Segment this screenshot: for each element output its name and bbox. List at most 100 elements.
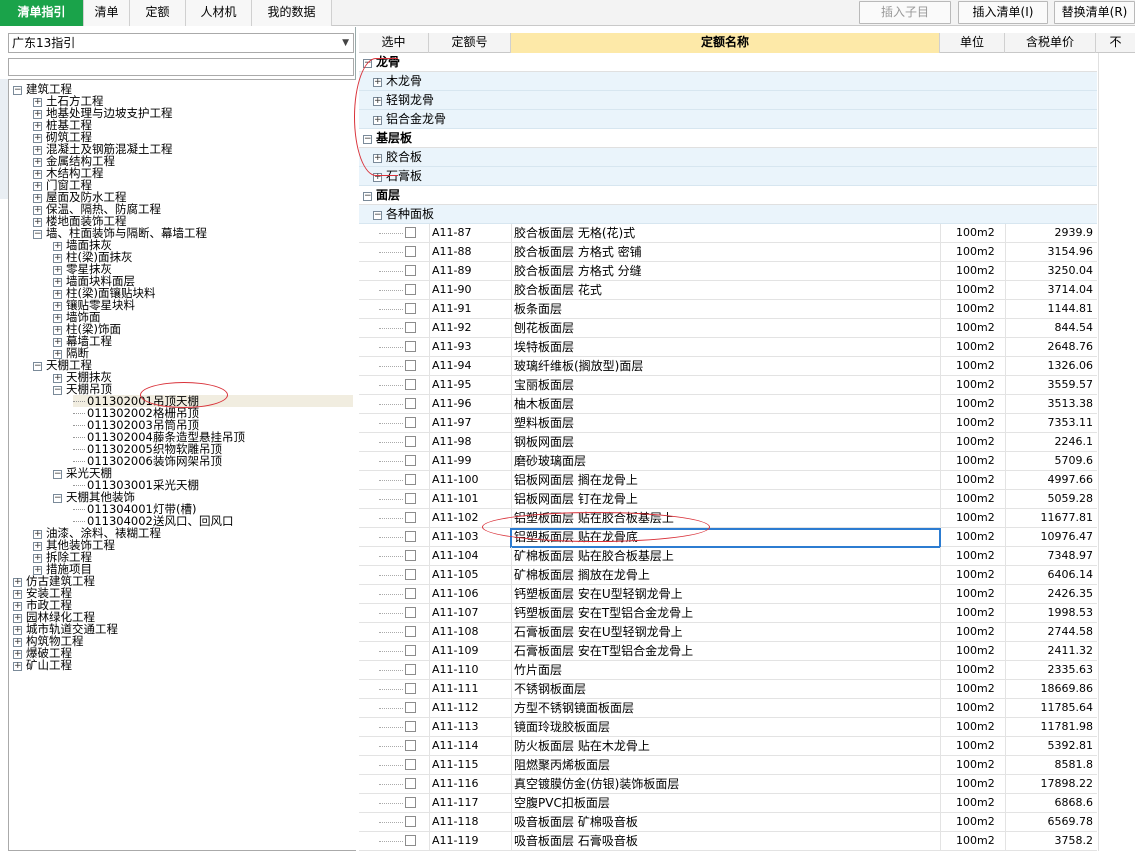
row-checkbox[interactable] [405,683,416,694]
row-checkbox[interactable] [405,664,416,675]
table-row[interactable]: A11-95 宝丽板面层 100m2 3559.57 [359,376,1097,395]
tree-search-input[interactable] [8,58,354,76]
table-row[interactable]: A11-112 方型不锈钢镜面板面层 100m2 11785.64 [359,699,1097,718]
expand-icon[interactable]: + [13,662,22,671]
row-checkbox[interactable] [405,303,416,314]
col-header-name[interactable]: 定额名称 [511,33,940,53]
guide-dropdown[interactable]: 广东13指引 ▼ [8,33,354,53]
subgroup-row[interactable]: − 各种面板 [359,205,1097,224]
collapse-icon[interactable]: − [363,59,372,68]
row-checkbox[interactable] [405,379,416,390]
row-checkbox[interactable] [405,227,416,238]
expand-icon[interactable]: + [33,158,42,167]
table-row[interactable]: A11-118 吸音板面层 矿棉吸音板 100m2 6569.78 [359,813,1097,832]
table-row[interactable]: A11-106 钙塑板面层 安在U型轻钢龙骨上 100m2 2426.35 [359,585,1097,604]
expand-icon[interactable]: + [373,78,382,87]
expand-icon[interactable]: + [33,182,42,191]
subgroup-row[interactable]: + 石膏板 [359,167,1097,186]
table-row[interactable]: A11-99 磨砂玻璃面层 100m2 5709.6 [359,452,1097,471]
expand-icon[interactable]: + [373,97,382,106]
tab-list-guide[interactable]: 清单指引 [0,0,84,26]
expand-icon[interactable]: + [33,218,42,227]
col-header-price[interactable]: 含税单价 [1005,33,1096,53]
table-row[interactable]: A11-110 竹片面层 100m2 2335.63 [359,661,1097,680]
table-row[interactable]: A11-114 防火板面层 贴在木龙骨上 100m2 5392.81 [359,737,1097,756]
expand-icon[interactable]: + [13,638,22,647]
expand-icon[interactable]: + [33,530,42,539]
table-row[interactable]: A11-87 胶合板面层 无格(花)式 100m2 2939.9 [359,224,1097,243]
expand-icon[interactable]: + [53,278,62,287]
expand-icon[interactable]: + [53,326,62,335]
expand-icon[interactable]: + [53,254,62,263]
expand-icon[interactable]: + [33,110,42,119]
table-row[interactable]: A11-88 胶合板面层 方格式 密铺 100m2 3154.96 [359,243,1097,262]
expand-icon[interactable]: + [13,626,22,635]
group-row[interactable]: − 基层板 [359,129,1097,148]
row-checkbox[interactable] [405,474,416,485]
group-row[interactable]: − 面层 [359,186,1097,205]
expand-icon[interactable]: + [53,338,62,347]
collapse-icon[interactable]: − [33,230,42,239]
table-row[interactable]: A11-113 镜面玲珑胶板面层 100m2 11781.98 [359,718,1097,737]
table-row[interactable]: A11-92 刨花板面层 100m2 844.54 [359,319,1097,338]
table-row[interactable]: A11-119 吸音板面层 石膏吸音板 100m2 3758.2 [359,832,1097,851]
row-checkbox[interactable] [405,588,416,599]
row-checkbox[interactable] [405,645,416,656]
replace-list-button[interactable]: 替换清单(R) [1054,1,1135,24]
tab-labor-material-machine[interactable]: 人材机 [186,0,252,26]
col-header-unit[interactable]: 单位 [940,33,1005,53]
expand-icon[interactable]: + [13,650,22,659]
subgroup-row[interactable]: + 铝合金龙骨 [359,110,1097,129]
row-checkbox[interactable] [405,360,416,371]
expand-icon[interactable]: + [373,154,382,163]
insert-child-button[interactable]: 插入子目 [859,1,951,24]
expand-icon[interactable]: + [53,302,62,311]
group-row[interactable]: − 龙骨 [359,53,1097,72]
row-checkbox[interactable] [405,721,416,732]
table-row[interactable]: A11-117 空腹PVC扣板面层 100m2 6868.6 [359,794,1097,813]
table-row[interactable]: A11-104 矿棉板面层 贴在胶合板基层上 100m2 7348.97 [359,547,1097,566]
table-row[interactable]: A11-101 铝板网面层 钉在龙骨上 100m2 5059.28 [359,490,1097,509]
subgroup-row[interactable]: + 胶合板 [359,148,1097,167]
expand-icon[interactable]: + [373,173,382,182]
row-checkbox[interactable] [405,778,416,789]
table-row[interactable]: A11-115 阻燃聚丙烯板面层 100m2 8581.8 [359,756,1097,775]
row-checkbox[interactable] [405,702,416,713]
table-row[interactable]: A11-111 不锈钢板面层 100m2 18669.86 [359,680,1097,699]
tree-node[interactable]: + 矿山工程 [13,659,72,671]
table-row[interactable]: A11-96 柚木板面层 100m2 3513.38 [359,395,1097,414]
expand-icon[interactable]: + [53,314,62,323]
collapse-icon[interactable]: − [53,470,62,479]
chevron-down-icon[interactable]: ▼ [342,34,349,52]
row-checkbox[interactable] [405,512,416,523]
row-checkbox[interactable] [405,322,416,333]
row-checkbox[interactable] [405,436,416,447]
table-row[interactable]: A11-105 矿棉板面层 搁放在龙骨上 100m2 6406.14 [359,566,1097,585]
row-checkbox[interactable] [405,797,416,808]
table-row[interactable]: A11-116 真空镀膜仿金(仿银)装饰板面层 100m2 17898.22 [359,775,1097,794]
insert-list-button[interactable]: 插入清单(I) [958,1,1048,24]
table-row[interactable]: A11-98 钢板网面层 100m2 2246.1 [359,433,1097,452]
subgroup-row[interactable]: + 木龙骨 [359,72,1097,91]
collapse-icon[interactable]: − [33,362,42,371]
row-checkbox[interactable] [405,740,416,751]
expand-icon[interactable]: + [13,614,22,623]
expand-icon[interactable]: + [13,602,22,611]
subgroup-row[interactable]: + 轻钢龙骨 [359,91,1097,110]
table-row[interactable]: A11-90 胶合板面层 花式 100m2 3714.04 [359,281,1097,300]
expand-icon[interactable]: + [33,542,42,551]
row-checkbox[interactable] [405,246,416,257]
row-checkbox[interactable] [405,417,416,428]
tab-my-data[interactable]: 我的数据 [252,0,332,26]
expand-icon[interactable]: + [373,116,382,125]
table-row[interactable]: A11-93 埃特板面层 100m2 2648.76 [359,338,1097,357]
expand-icon[interactable]: + [13,578,22,587]
row-checkbox[interactable] [405,607,416,618]
expand-icon[interactable]: + [13,590,22,599]
table-row[interactable]: A11-108 石膏板面层 安在U型轻钢龙骨上 100m2 2744.58 [359,623,1097,642]
expand-icon[interactable]: + [53,290,62,299]
expand-icon[interactable]: + [33,194,42,203]
collapse-icon[interactable]: − [373,211,382,220]
tree-node[interactable]: − 墙、柱面装饰与隔断、幕墙工程 [33,227,207,239]
table-row[interactable]: A11-97 塑料板面层 100m2 7353.11 [359,414,1097,433]
